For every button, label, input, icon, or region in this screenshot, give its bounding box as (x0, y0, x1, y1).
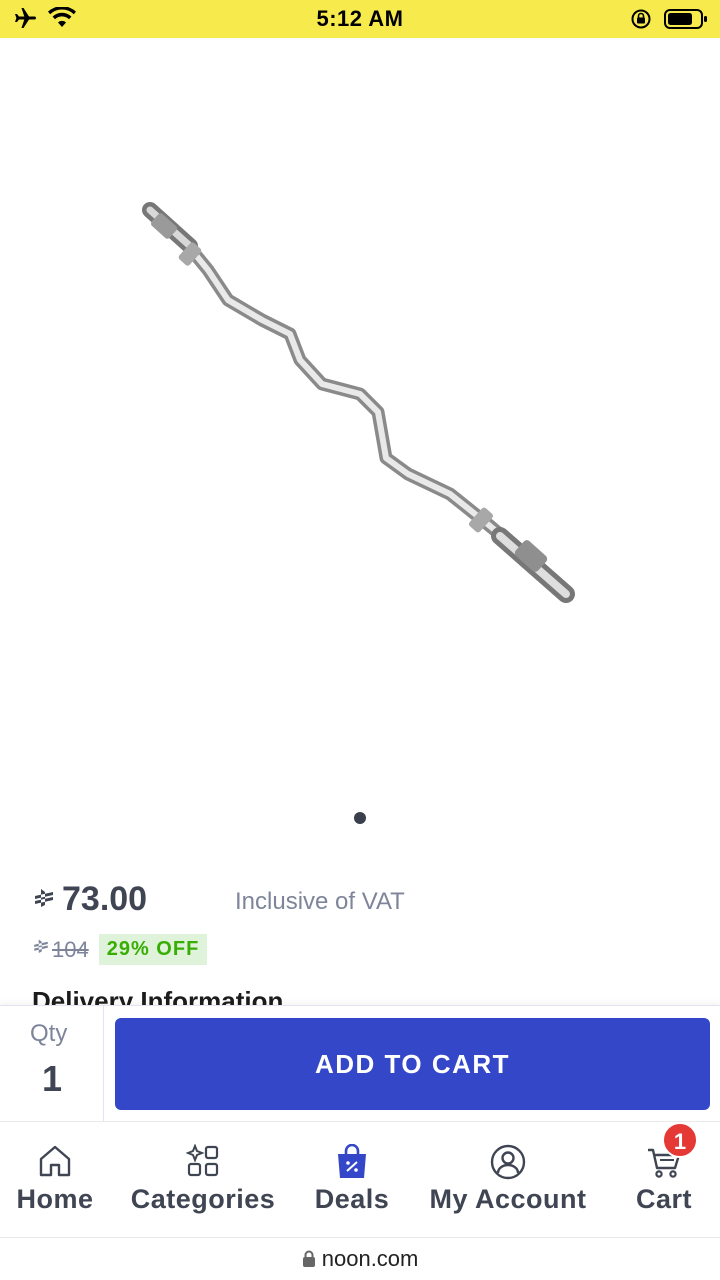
nav-label-my-account: My Account (429, 1184, 587, 1214)
browser-url-bar[interactable]: noon.com (0, 1237, 720, 1280)
nav-label-deals: Deals (314, 1184, 390, 1214)
riyal-icon (32, 938, 50, 961)
battery-icon (664, 8, 708, 35)
nav-label-cart: Cart (635, 1184, 692, 1214)
deals-bag-icon (335, 1143, 369, 1185)
url-text: noon.com (321, 1246, 419, 1271)
qty-label: Qty (30, 1020, 68, 1047)
cart-count-badge: 1 (662, 1122, 698, 1158)
status-bar: 5:12 AM (0, 0, 720, 38)
home-icon (37, 1144, 73, 1183)
nav-item-categories[interactable]: Categories (118, 1122, 288, 1238)
vat-note: Inclusive of VAT (235, 888, 405, 915)
add-to-cart-bar: Qty 1 ADD TO CART (0, 1005, 720, 1121)
nav-item-my-account[interactable]: My Account (414, 1122, 602, 1238)
nav-item-deals[interactable]: Deals (300, 1122, 404, 1238)
product-image[interactable] (0, 38, 720, 798)
discount-badge: 29% OFF (98, 934, 208, 965)
nav-item-cart[interactable]: 1 Cart (622, 1122, 706, 1238)
current-price: 73.00 (62, 880, 148, 918)
rotation-lock-icon (630, 8, 652, 35)
lock-icon (302, 1246, 322, 1271)
nav-item-home[interactable]: Home (4, 1122, 106, 1238)
qty-value: 1 (42, 1058, 63, 1099)
account-icon (490, 1144, 526, 1185)
nav-label-categories: Categories (130, 1184, 276, 1214)
status-time: 5:12 AM (316, 6, 404, 31)
old-price-row: 104 29% OFF (32, 934, 208, 965)
quantity-selector[interactable]: Qty 1 (0, 1006, 104, 1121)
nav-label-home: Home (16, 1184, 94, 1214)
price-row: 73.00 (32, 880, 147, 919)
categories-icon (185, 1143, 220, 1183)
delivery-heading: Delivery Information (32, 986, 284, 1006)
bottom-nav: Home Categories Deals My Account 1 Cart (0, 1121, 720, 1237)
carousel-dot-active[interactable] (354, 812, 366, 824)
riyal-icon (32, 888, 56, 917)
add-to-cart-button[interactable]: ADD TO CART (115, 1018, 710, 1110)
old-price: 104 (52, 936, 89, 962)
